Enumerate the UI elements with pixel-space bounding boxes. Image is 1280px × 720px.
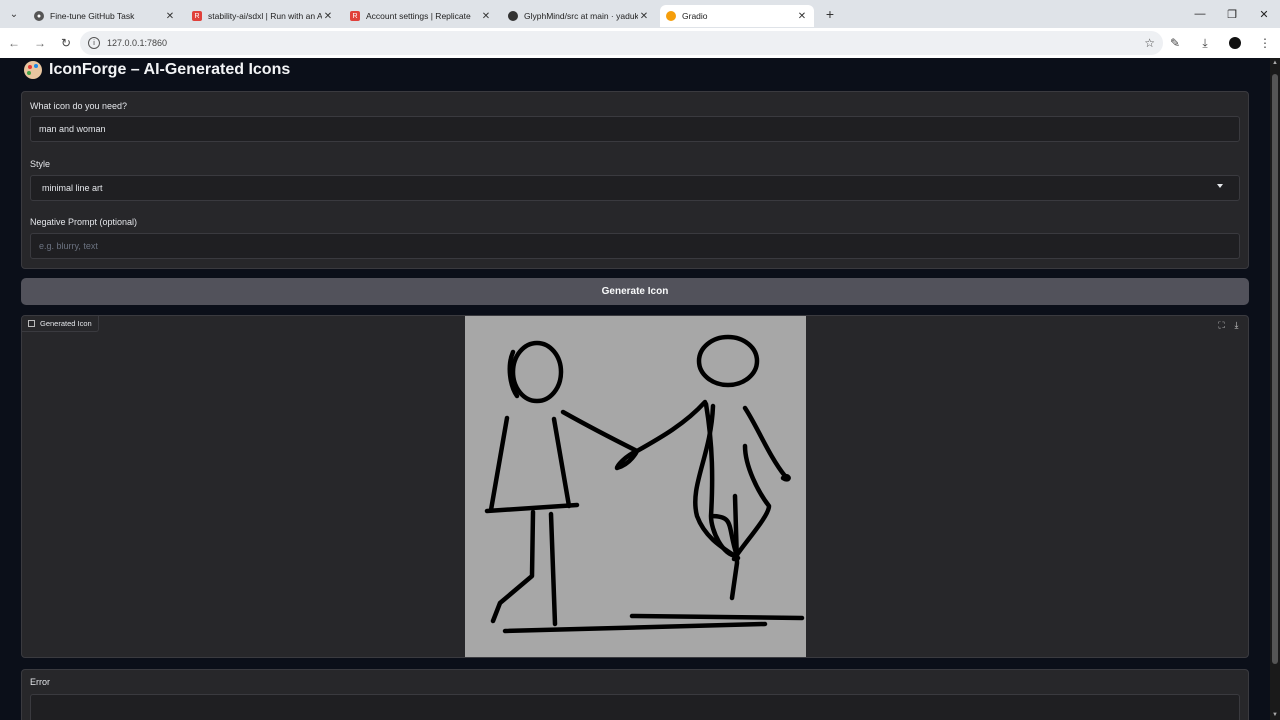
error-label: Error xyxy=(30,677,50,687)
tab-search-icon[interactable]: ⌄ xyxy=(0,0,28,28)
browser-tab-5[interactable]: Gradio ✕ xyxy=(660,5,814,27)
negative-prompt-label: Negative Prompt (optional) xyxy=(30,217,138,227)
close-tab-icon[interactable]: ✕ xyxy=(164,11,176,22)
generated-icon-image xyxy=(465,316,806,657)
generated-image-panel: Generated Icon ⛶ ⤓ xyxy=(21,315,1249,658)
image-label: Generated Icon xyxy=(22,316,99,332)
window-controls: — ❐ ✕ xyxy=(1184,0,1280,28)
scroll-up-icon[interactable]: ▲ xyxy=(1270,60,1280,66)
browser-tab-3[interactable]: R Account settings | Replicate ✕ xyxy=(344,5,498,27)
browser-tab-1[interactable]: ● Fine-tune GitHub Task ✕ xyxy=(28,5,182,27)
browser-tab-2[interactable]: R stability-ai/sdxl | Run with an API ✕ xyxy=(186,5,340,27)
close-tab-icon[interactable]: ✕ xyxy=(796,11,808,22)
tab-title: GlyphMind/src at main · yaduk xyxy=(524,11,638,21)
scrollbar-thumb[interactable] xyxy=(1272,74,1278,664)
close-tab-icon[interactable]: ✕ xyxy=(480,11,492,22)
palette-icon xyxy=(24,61,42,79)
tab-title: Gradio xyxy=(682,11,708,21)
download-icon[interactable]: ⤓ xyxy=(1190,36,1220,51)
chevron-down-icon xyxy=(1217,184,1223,188)
error-panel: Error xyxy=(21,669,1249,720)
generate-icon-button[interactable]: Generate Icon xyxy=(21,278,1249,305)
tab-title: Account settings | Replicate xyxy=(366,11,471,21)
image-label-text: Generated Icon xyxy=(40,319,92,328)
reload-icon[interactable]: ↻ xyxy=(54,31,78,55)
tab-title: stability-ai/sdxl | Run with an API xyxy=(208,11,322,21)
close-tab-icon[interactable]: ✕ xyxy=(638,11,650,22)
browser-tab-bar: ⌄ ● Fine-tune GitHub Task ✕ R stability-… xyxy=(0,0,1280,28)
page-title: IconForge – AI-Generated Icons xyxy=(24,61,290,79)
fullscreen-icon[interactable]: ⛶ xyxy=(1214,319,1229,332)
scroll-down-icon[interactable]: ▼ xyxy=(1270,712,1280,718)
forward-icon[interactable]: → xyxy=(28,31,52,55)
image-icon xyxy=(28,320,35,327)
browser-tab-4[interactable]: GlyphMind/src at main · yaduk ✕ xyxy=(502,5,656,27)
replicate-icon: R xyxy=(192,11,202,21)
chatgpt-icon: ● xyxy=(34,11,44,21)
gradio-icon xyxy=(666,11,676,21)
close-tab-icon[interactable]: ✕ xyxy=(322,11,334,22)
github-icon xyxy=(508,11,518,21)
style-dropdown[interactable]: minimal line art xyxy=(30,175,1240,201)
error-output xyxy=(30,694,1240,720)
back-icon[interactable]: ← xyxy=(2,31,26,55)
extensions-icon[interactable]: ✎ xyxy=(1160,36,1190,50)
negative-prompt-input[interactable]: e.g. blurry, text xyxy=(30,233,1240,259)
close-window-icon[interactable]: ✕ xyxy=(1248,0,1280,28)
input-form: What icon do you need? man and woman Sty… xyxy=(21,91,1249,269)
minimize-icon[interactable]: — xyxy=(1184,0,1216,28)
menu-icon[interactable]: ⋮ xyxy=(1250,36,1280,50)
prompt-label: What icon do you need? xyxy=(30,101,128,111)
tab-title: Fine-tune GitHub Task xyxy=(50,11,135,21)
new-tab-icon[interactable]: + xyxy=(820,4,840,24)
address-bar[interactable]: i 127.0.0.1:7860 ☆ xyxy=(80,31,1163,55)
site-info-icon[interactable]: i xyxy=(88,37,100,49)
download-image-icon[interactable]: ⤓ xyxy=(1229,319,1244,332)
bookmark-star-icon[interactable]: ☆ xyxy=(1144,36,1155,50)
url-text: 127.0.0.1:7860 xyxy=(107,38,168,48)
title-text: IconForge – AI-Generated Icons xyxy=(49,61,291,78)
profile-avatar[interactable] xyxy=(1229,37,1241,49)
replicate-icon: R xyxy=(350,11,360,21)
prompt-input[interactable]: man and woman xyxy=(30,116,1240,142)
gradio-page: IconForge – AI-Generated Icons What icon… xyxy=(0,58,1280,720)
browser-toolbar: ← → ↻ i 127.0.0.1:7860 ☆ ✎ ⤓ ⋮ xyxy=(0,28,1280,58)
restore-icon[interactable]: ❐ xyxy=(1216,0,1248,28)
style-label: Style xyxy=(30,159,51,169)
page-scrollbar[interactable]: ▲ ▼ xyxy=(1270,58,1280,720)
style-value: minimal line art xyxy=(42,183,103,193)
